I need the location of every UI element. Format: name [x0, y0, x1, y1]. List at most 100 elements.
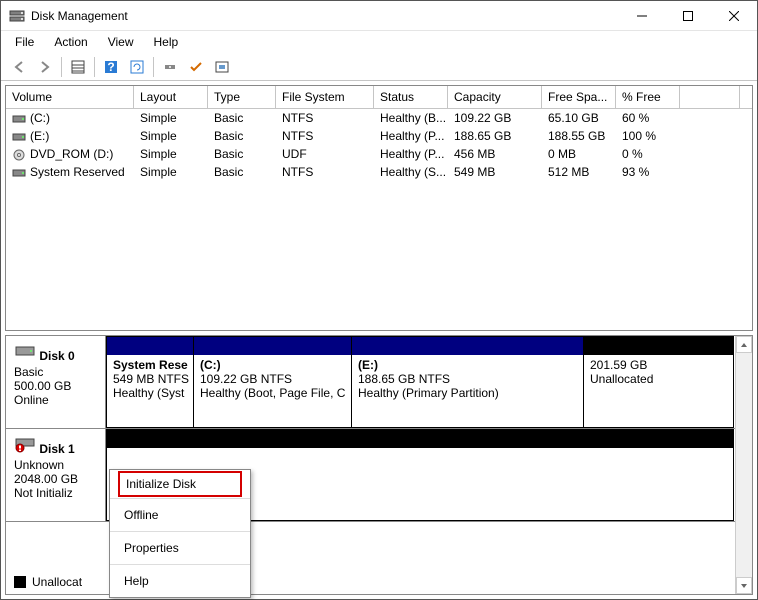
- back-button[interactable]: [7, 55, 31, 79]
- volume-fs: UDF: [276, 145, 374, 163]
- legend: Unallocat: [14, 575, 82, 589]
- properties-icon[interactable]: [66, 55, 90, 79]
- col-free-space[interactable]: Free Spa...: [542, 86, 616, 108]
- volume-free: 512 MB: [542, 163, 616, 181]
- partition-title: (E:): [358, 358, 577, 372]
- disk-label: Disk 1: [39, 442, 74, 456]
- partition-status: Healthy (Syst: [113, 386, 187, 400]
- col-capacity[interactable]: Capacity: [448, 86, 542, 108]
- window: Disk Management File Action View Help ? …: [0, 0, 758, 600]
- volume-name: System Reserved: [30, 165, 125, 179]
- ctx-sep: [110, 531, 250, 532]
- disk-state: Not Initializ: [14, 486, 101, 500]
- partition-title: System Rese: [113, 358, 187, 372]
- disk-info[interactable]: Disk 1 Unknown2048.00 GBNot Initializ: [6, 429, 106, 521]
- volume-name: DVD_ROM (D:): [30, 147, 113, 161]
- disk-icon: Disk 1: [14, 435, 101, 456]
- volume-status: Healthy (P...: [374, 145, 448, 163]
- partition-size: 201.59 GB: [590, 358, 727, 372]
- close-button[interactable]: [711, 1, 757, 31]
- partition-bar: [107, 337, 193, 355]
- col-layout[interactable]: Layout: [134, 86, 208, 108]
- volume-pct: 93 %: [616, 163, 680, 181]
- partition-bar: [584, 337, 733, 355]
- partition-size: 109.22 GB NTFS: [200, 372, 345, 386]
- ctx-help[interactable]: Help: [110, 568, 250, 594]
- scrollbar[interactable]: [735, 336, 752, 594]
- maximize-button[interactable]: [665, 1, 711, 31]
- ctx-initialize-disk[interactable]: Initialize Disk: [118, 471, 242, 497]
- menu-action[interactable]: Action: [46, 33, 95, 51]
- menu-help[interactable]: Help: [146, 33, 187, 51]
- partition-size: 549 MB NTFS: [113, 372, 187, 386]
- volume-type: Basic: [208, 127, 276, 145]
- table-row[interactable]: (E:)SimpleBasicNTFSHealthy (P...188.65 G…: [6, 127, 752, 145]
- volume-status: Healthy (S...: [374, 163, 448, 181]
- window-buttons: [619, 1, 757, 31]
- disk-size: 500.00 GB: [14, 379, 101, 393]
- col-status[interactable]: Status: [374, 86, 448, 108]
- settings-icon[interactable]: [210, 55, 234, 79]
- disk-type: Unknown: [14, 458, 101, 472]
- partition[interactable]: (E:)188.65 GB NTFSHealthy (Primary Parti…: [352, 336, 584, 428]
- partition[interactable]: 201.59 GBUnallocated: [584, 336, 734, 428]
- volume-type: Basic: [208, 163, 276, 181]
- disk-state: Online: [14, 393, 101, 407]
- legend-label: Unallocat: [32, 575, 82, 589]
- ctx-offline[interactable]: Offline: [110, 502, 250, 528]
- col-pct-free[interactable]: % Free: [616, 86, 680, 108]
- col-type[interactable]: Type: [208, 86, 276, 108]
- ctx-sep: [110, 564, 250, 565]
- volume-header-row: Volume Layout Type File System Status Ca…: [6, 86, 752, 109]
- table-row[interactable]: System Reserved SimpleBasicNTFSHealthy (S…: [6, 163, 752, 181]
- scroll-down-icon[interactable]: [736, 577, 752, 594]
- refresh-icon[interactable]: [125, 55, 149, 79]
- volume-capacity: 188.65 GB: [448, 127, 542, 145]
- toolbar: ?: [1, 53, 757, 81]
- table-row[interactable]: (C:)SimpleBasicNTFSHealthy (B...109.22 G…: [6, 109, 752, 127]
- volume-name: (E:): [30, 129, 49, 143]
- partition[interactable]: (C:)109.22 GB NTFSHealthy (Boot, Page Fi…: [194, 336, 352, 428]
- volume-fs: NTFS: [276, 109, 374, 127]
- partition-status: Healthy (Boot, Page File, C: [200, 386, 345, 400]
- volume-layout: Simple: [134, 163, 208, 181]
- volume-capacity: 549 MB: [448, 163, 542, 181]
- volume-capacity: 456 MB: [448, 145, 542, 163]
- toolbar-sep: [61, 57, 62, 77]
- disk-partitions: System Rese549 MB NTFSHealthy (Syst(C:)1…: [106, 336, 735, 428]
- ctx-properties[interactable]: Properties: [110, 535, 250, 561]
- minimize-button[interactable]: [619, 1, 665, 31]
- volume-layout: Simple: [134, 127, 208, 145]
- partition-title: (C:): [200, 358, 345, 372]
- volume-pct: 100 %: [616, 127, 680, 145]
- table-row[interactable]: DVD_ROM (D:)SimpleBasicUDFHealthy (P...4…: [6, 145, 752, 163]
- partition-status: Healthy (Primary Partition): [358, 386, 577, 400]
- disk-type: Basic: [14, 365, 101, 379]
- volume-pct: 0 %: [616, 145, 680, 163]
- volume-icon: [12, 167, 26, 179]
- volume-icon: [12, 131, 26, 143]
- volume-fs: NTFS: [276, 163, 374, 181]
- menu-file[interactable]: File: [7, 33, 42, 51]
- col-volume[interactable]: Volume: [6, 86, 134, 108]
- disk-icon: Disk 0: [14, 342, 101, 363]
- disk-label: Disk 0: [39, 349, 74, 363]
- checklist-icon[interactable]: [184, 55, 208, 79]
- col-file-system[interactable]: File System: [276, 86, 374, 108]
- svg-text:?: ?: [107, 60, 114, 74]
- volume-list[interactable]: Volume Layout Type File System Status Ca…: [5, 85, 753, 331]
- volume-layout: Simple: [134, 109, 208, 127]
- forward-button[interactable]: [33, 55, 57, 79]
- partition[interactable]: System Rese549 MB NTFSHealthy (Syst: [106, 336, 194, 428]
- menu-view[interactable]: View: [100, 33, 142, 51]
- action-icon[interactable]: [158, 55, 182, 79]
- scroll-up-icon[interactable]: [736, 336, 752, 353]
- volume-type: Basic: [208, 109, 276, 127]
- disk-size: 2048.00 GB: [14, 472, 101, 486]
- disk-info[interactable]: Disk 0 Basic500.00 GBOnline: [6, 336, 106, 428]
- partition-bar: [194, 337, 351, 355]
- ctx-sep: [110, 498, 250, 499]
- help-icon[interactable]: ?: [99, 55, 123, 79]
- toolbar-sep: [153, 57, 154, 77]
- volume-status: Healthy (P...: [374, 127, 448, 145]
